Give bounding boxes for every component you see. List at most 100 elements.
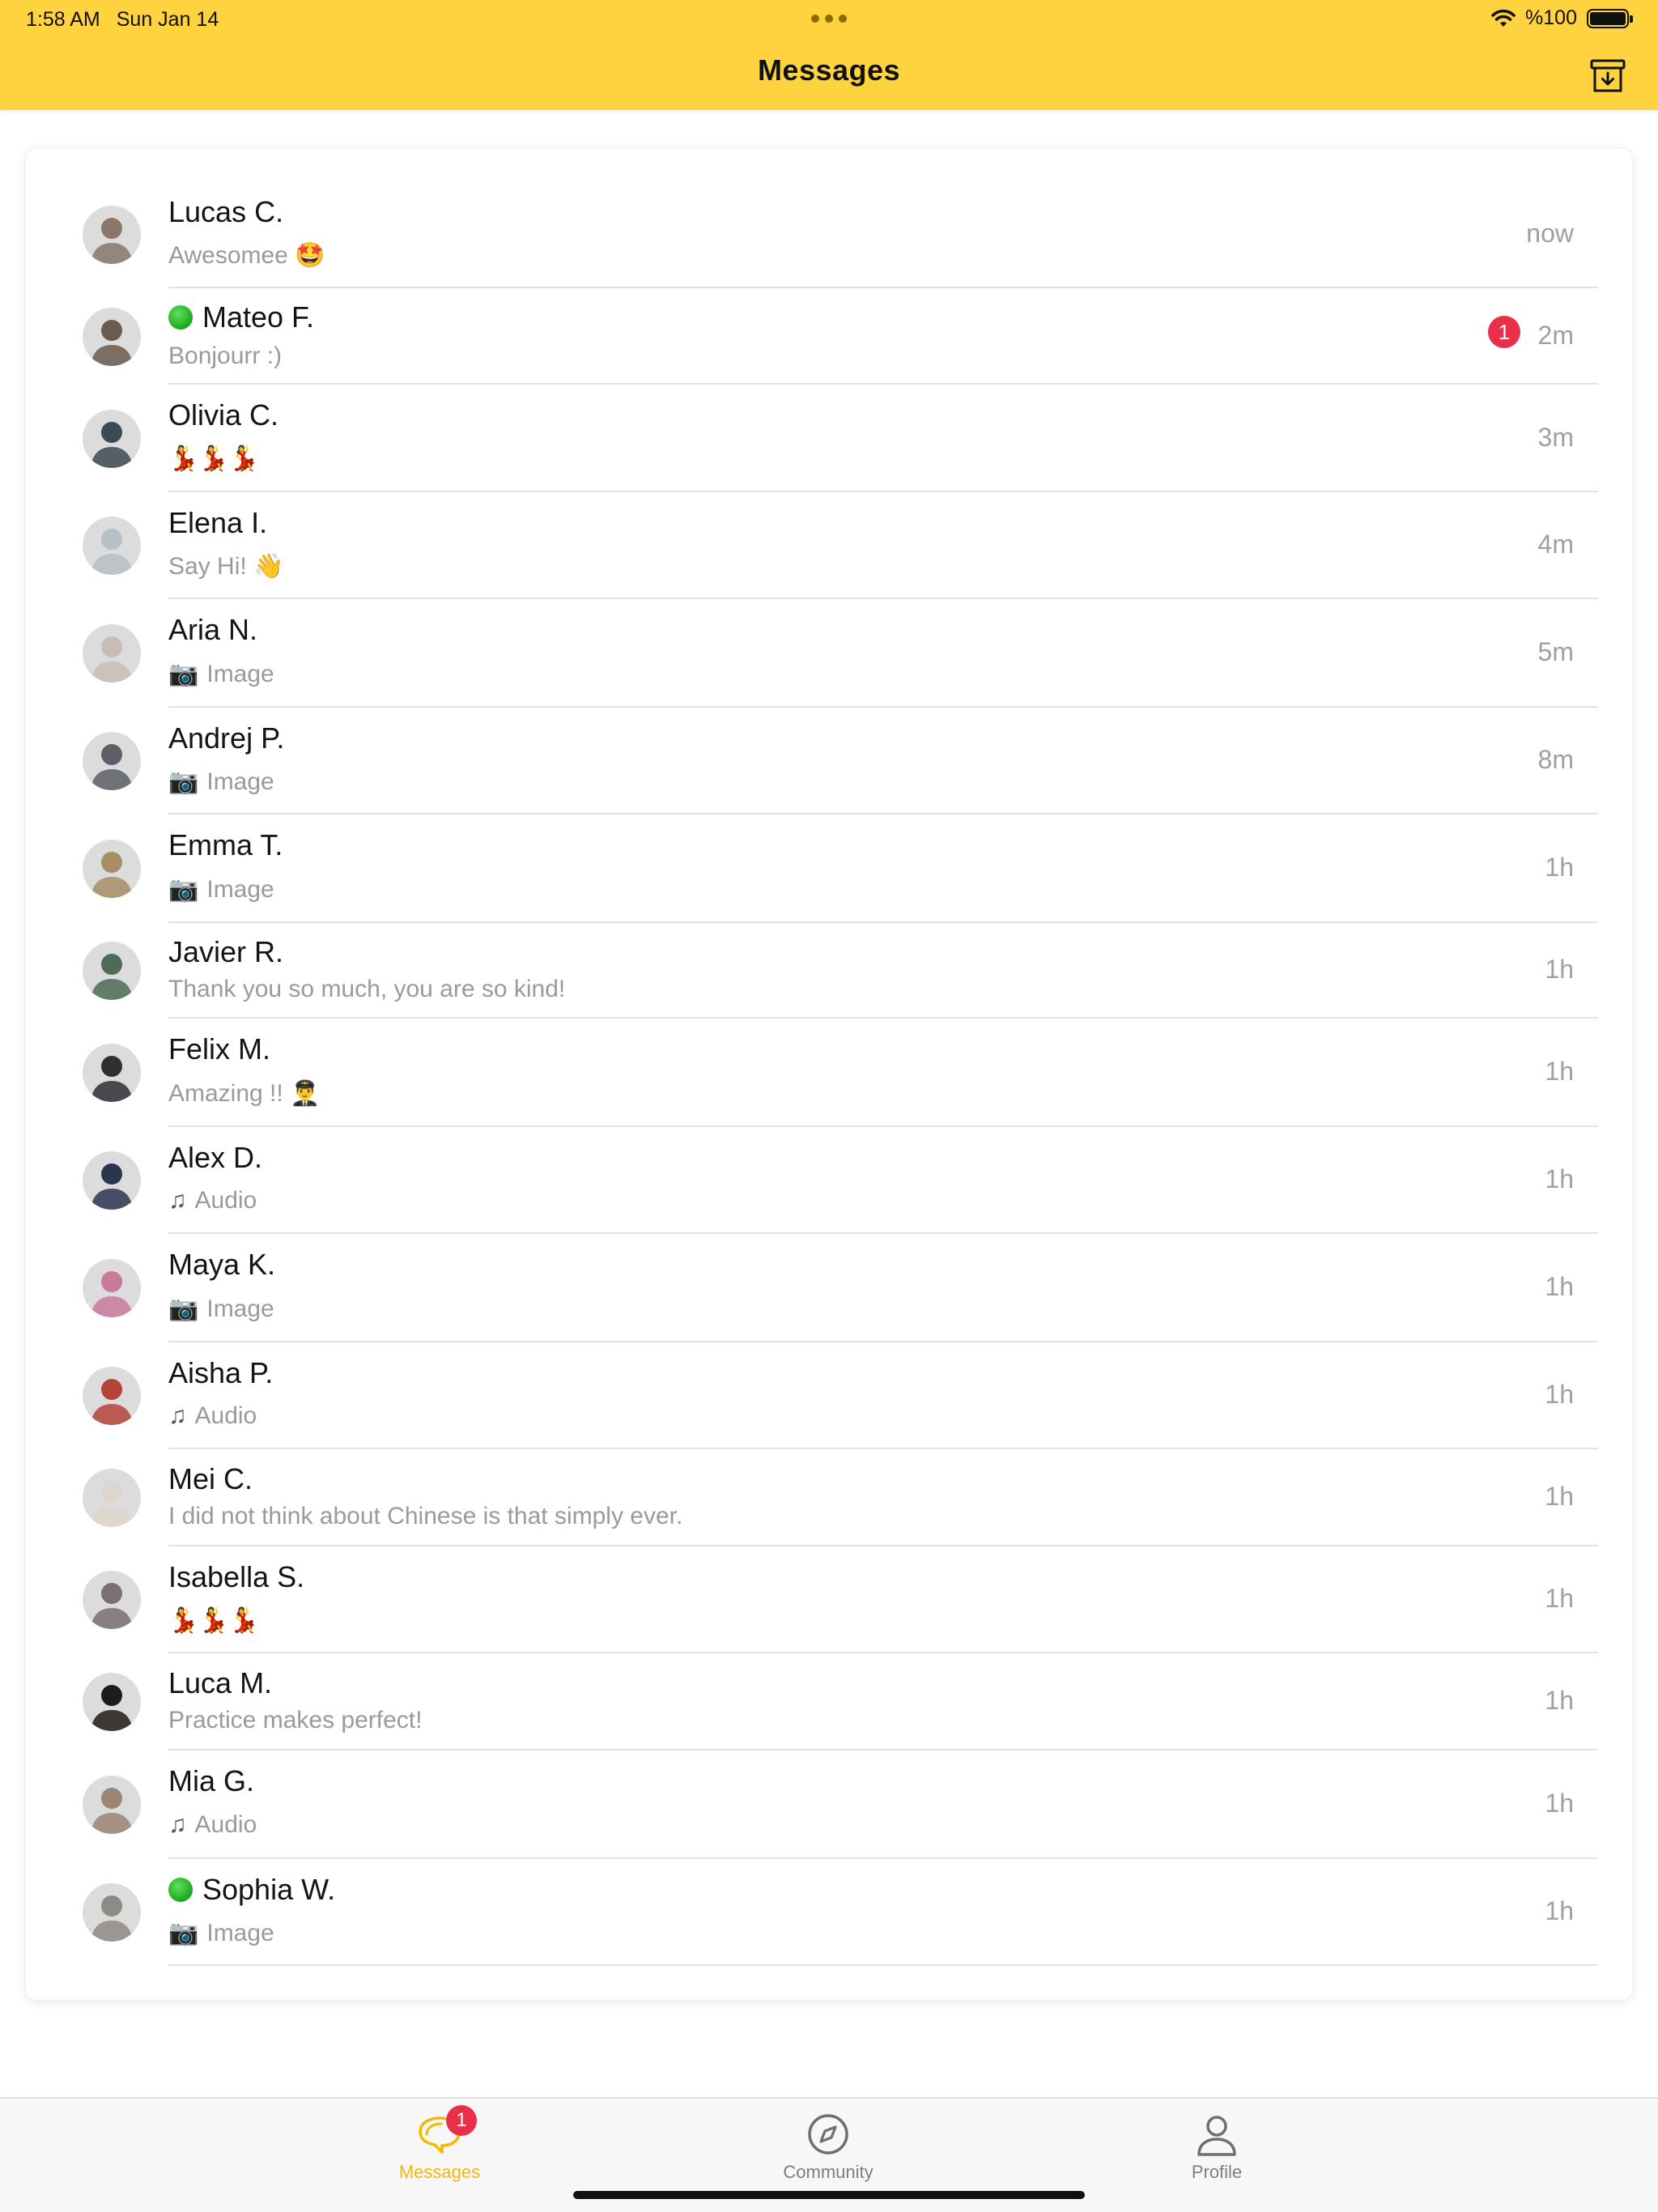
contact-name-text: Olivia C.	[168, 398, 279, 432]
music-note-icon: ♫	[168, 1187, 187, 1214]
message-preview: Practice makes perfect!	[168, 1707, 422, 1734]
contact-name-text: Mei C.	[168, 1462, 253, 1495]
contact-name: Isabella S.	[168, 1560, 304, 1594]
message-time: 1h	[1545, 1272, 1574, 1301]
message-preview-text: Thank you so much, you are so kind!	[168, 976, 566, 1002]
avatar[interactable]	[83, 840, 141, 898]
contact-name: Aria N.	[168, 613, 257, 647]
message-time: 1h	[1545, 955, 1574, 984]
avatar[interactable]	[83, 1673, 141, 1731]
conversation-row[interactable]: Aria N. 📷 Image 5m	[26, 599, 1632, 708]
status-date: Sun Jan 14	[116, 8, 219, 31]
contact-name-text: Sophia W.	[202, 1873, 336, 1906]
avatar[interactable]	[83, 1259, 141, 1317]
conversation-row[interactable]: Olivia C. 💃💃💃 3m	[26, 385, 1632, 492]
contact-name-text: Lucas C.	[168, 195, 284, 228]
message-preview-text: Audio	[194, 1187, 257, 1214]
top-bar: 1:58 AM Sun Jan 14 %100 Messages	[0, 0, 1658, 110]
message-preview-text: Audio	[194, 1402, 257, 1429]
message-preview: I did not think about Chinese is that si…	[168, 1503, 682, 1530]
contact-name: Maya K.	[168, 1248, 275, 1282]
message-preview: Awesomee 🤩	[168, 241, 325, 270]
message-time: now	[1526, 219, 1574, 248]
contact-name: Lucas C.	[168, 195, 283, 229]
conversation-list: Lucas C. Awesomee 🤩 now Mateo F. Bonjourr :)…	[26, 149, 1632, 2000]
multitasking-dots-icon[interactable]	[811, 15, 847, 23]
page-title: Messages	[757, 53, 901, 87]
conversation-row[interactable]: Mia G. ♫ Audio 1h	[26, 1750, 1632, 1859]
battery-icon	[1587, 8, 1633, 28]
message-preview: 📷 Image	[168, 1295, 274, 1323]
conversation-row[interactable]: Alex D. ♫ Audio 1h	[26, 1127, 1632, 1234]
tab-profile[interactable]: Profile	[1136, 2110, 1298, 2183]
conversation-row[interactable]: Aisha P. ♫ Audio 1h	[26, 1342, 1632, 1449]
message-preview-text: Say Hi! 👋	[168, 553, 284, 580]
avatar[interactable]	[83, 1044, 141, 1102]
avatar[interactable]	[83, 1367, 141, 1425]
message-preview-text: I did not think about Chinese is that si…	[168, 1503, 683, 1529]
conversation-row[interactable]: Mateo F. Bonjourr :) 1 2m	[26, 288, 1632, 385]
message-time: 2m	[1537, 321, 1574, 350]
contact-name-text: Aisha P.	[168, 1356, 274, 1389]
message-preview-text: Awesomee 🤩	[168, 242, 325, 269]
avatar[interactable]	[83, 1571, 141, 1629]
tab-community[interactable]: Community	[747, 2110, 909, 2183]
avatar[interactable]	[83, 1151, 141, 1210]
conversation-row[interactable]: Andrej P. 📷 Image 8m	[26, 708, 1632, 815]
avatar[interactable]	[83, 308, 141, 366]
messages-badge: 1	[446, 2105, 477, 2136]
contact-name: Elena I.	[168, 506, 267, 540]
conversation-row[interactable]: Mei C. I did not think about Chinese is t…	[26, 1449, 1632, 1546]
contact-name: Mateo F.	[168, 300, 314, 334]
message-preview-text: Image	[206, 1919, 274, 1946]
contact-name-text: Isabella S.	[168, 1560, 305, 1593]
avatar[interactable]	[83, 732, 141, 790]
camera-icon: 📷	[168, 876, 199, 903]
message-time: 1h	[1545, 1482, 1574, 1511]
avatar[interactable]	[83, 624, 141, 683]
avatar[interactable]	[83, 1883, 141, 1942]
contact-name-text: Maya K.	[168, 1248, 276, 1281]
conversation-row[interactable]: Javier R. Thank you so much, you are so k…	[26, 923, 1632, 1019]
avatar[interactable]	[83, 1469, 141, 1527]
contact-name: Luca M.	[168, 1666, 272, 1700]
message-preview-text: Image	[206, 768, 274, 795]
row-divider	[168, 1964, 1598, 1966]
message-preview-text: Image	[206, 660, 274, 687]
contact-name: Olivia C.	[168, 398, 278, 432]
tab-messages[interactable]: 1 Messages	[359, 2105, 521, 2183]
avatar[interactable]	[83, 206, 141, 264]
avatar[interactable]	[83, 517, 141, 575]
message-preview: 💃💃💃	[168, 1606, 259, 1635]
avatar[interactable]	[83, 410, 141, 468]
conversation-row[interactable]: Maya K. 📷 Image 1h	[26, 1234, 1632, 1342]
contact-name: Sophia W.	[168, 1873, 335, 1907]
contact-name-text: Elena I.	[168, 506, 268, 539]
conversation-row[interactable]: Lucas C. Awesomee 🤩 now	[26, 181, 1632, 288]
conversation-row[interactable]: Sophia W. 📷 Image 1h	[26, 1859, 1632, 1966]
message-preview-text: Image	[206, 1295, 274, 1322]
contact-name-text: Luca M.	[168, 1666, 273, 1699]
contact-name-text: Alex D.	[168, 1141, 263, 1174]
message-time: 1h	[1545, 1584, 1574, 1613]
camera-icon: 📷	[168, 768, 199, 795]
message-time: 1h	[1545, 1896, 1574, 1925]
home-indicator[interactable]	[573, 2191, 1085, 2199]
conversation-row[interactable]: Isabella S. 💃💃💃 1h	[26, 1546, 1632, 1653]
archive-down-icon[interactable]	[1588, 57, 1627, 96]
conversation-row[interactable]: Emma T. 📷 Image 1h	[26, 815, 1632, 923]
message-preview: ♫ Audio	[168, 1187, 257, 1214]
avatar[interactable]	[83, 1776, 141, 1834]
tab-label: Profile	[1191, 2162, 1243, 2182]
message-preview: Amazing !! 👨‍✈️	[168, 1079, 320, 1108]
music-note-icon: ♫	[168, 1402, 187, 1429]
status-indicators: %100	[1491, 6, 1633, 30]
battery-percent: %100	[1525, 6, 1577, 29]
conversation-row[interactable]: Elena I. Say Hi! 👋 4m	[26, 492, 1632, 599]
avatar[interactable]	[83, 942, 141, 1000]
tab-label: Messages	[398, 2162, 481, 2182]
message-preview: Say Hi! 👋	[168, 552, 283, 581]
conversation-row[interactable]: Felix M. Amazing !! 👨‍✈️ 1h	[26, 1019, 1632, 1127]
conversation-row[interactable]: Luca M. Practice makes perfect! 1h	[26, 1653, 1632, 1750]
message-time: 8m	[1537, 745, 1574, 774]
